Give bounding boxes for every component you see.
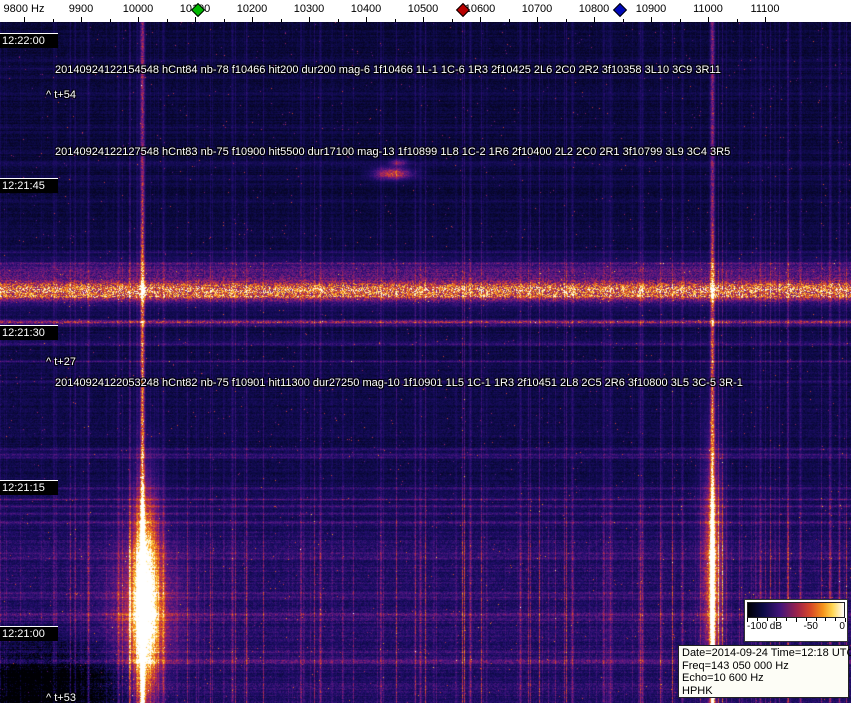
legend-tick-mark	[796, 618, 797, 622]
blue-diamond-marker[interactable]	[612, 2, 627, 18]
freq-tick-label-10500: 10500	[407, 3, 439, 15]
freq-tick-mark	[109, 19, 111, 22]
freq-tick-mark	[537, 17, 538, 22]
freq-tick-mark	[594, 17, 595, 22]
legend-tick-mark	[766, 618, 768, 621]
legend-tick-mark	[747, 618, 748, 622]
event-annotation-3: 20140924122053248 hCnt82 nb-75 f10901 hi…	[55, 377, 743, 389]
freq-tick-label-10900: 10900	[635, 3, 667, 15]
freq-tick-mark	[394, 19, 396, 22]
freq-tick-label-10300: 10300	[293, 3, 325, 15]
event-annotation-1: 20140924122154548 hCnt84 nb-78 f10466 hi…	[55, 64, 721, 76]
legend-tick-mark	[825, 618, 827, 621]
legend-label-max: 0	[839, 621, 845, 632]
legend-tick-mark	[756, 618, 758, 621]
legend-tick-mark	[815, 618, 817, 621]
freq-tick-label-11000: 11000	[693, 3, 723, 15]
freq-tick-mark	[508, 19, 510, 22]
legend-tick-mark	[786, 618, 788, 621]
freq-tick-label-10000: 10000	[122, 3, 154, 15]
spectrogram-canvas[interactable]	[0, 22, 851, 703]
freq-tick-mark	[52, 19, 54, 22]
freq-tick-mark	[223, 19, 225, 22]
freq-tick-label-10800: 10800	[578, 3, 610, 15]
legend-tick-mark	[845, 618, 846, 622]
freq-tick-mark	[81, 17, 82, 22]
freq-tick-mark	[736, 19, 738, 22]
color-gradient-bar	[747, 602, 845, 618]
freq-tick-mark	[480, 17, 481, 22]
freq-tick-mark	[252, 17, 253, 22]
time-caret-annotation-3: ^ t+53	[46, 692, 76, 703]
time-caret-annotation-1: ^ t+54	[46, 89, 76, 101]
freq-tick-mark	[679, 19, 681, 22]
freq-tick-mark	[195, 17, 196, 22]
legend-label-min: -100 dB	[747, 621, 783, 632]
freq-tick-mark	[651, 17, 652, 22]
legend-tick-mark	[776, 618, 778, 621]
freq-tick-mark	[309, 17, 310, 22]
spectrogram-app: 9800 Hz990010000101001020010300104001050…	[0, 0, 851, 703]
time-caret-annotation-2: ^ t+27	[46, 356, 76, 368]
freq-tick-mark	[708, 17, 709, 22]
info-station: HPHK	[682, 684, 713, 697]
freq-tick-mark	[366, 17, 367, 22]
freq-tick-label-10400: 10400	[350, 3, 382, 15]
freq-tick-mark	[138, 17, 139, 22]
event-annotation-2: 20140924122127548 hCnt83 nb-75 f10900 hi…	[55, 146, 731, 158]
info-frequency: Freq=143 050 000 Hz	[682, 659, 789, 672]
freq-tick-mark	[423, 17, 424, 22]
freq-tick-mark	[451, 19, 453, 22]
freq-tick-mark	[337, 19, 339, 22]
freq-tick-mark	[565, 19, 567, 22]
freq-tick-label-10700: 10700	[521, 3, 553, 15]
status-info-box: Date=2014-09-24 Time=12:18 UTC Freq=143 …	[678, 645, 851, 698]
freq-tick-label-9800: 9800 Hz	[3, 3, 45, 15]
freq-tick-mark	[24, 17, 25, 22]
legend-labels: -100 dB -50 0	[747, 622, 845, 632]
freq-tick-label-9900: 9900	[68, 3, 94, 15]
info-date-time: Date=2014-09-24 Time=12:18 UTC	[682, 647, 851, 659]
freq-tick-label-11100: 11100	[750, 3, 780, 15]
freq-tick-mark	[765, 17, 766, 22]
legend-label-mid: -50	[803, 621, 818, 632]
legend-tick-mark	[835, 618, 837, 621]
db-color-scale: -100 dB -50 0	[744, 599, 848, 642]
freq-tick-mark	[166, 19, 168, 22]
info-echo: Echo=10 600 Hz	[682, 672, 764, 684]
freq-tick-mark	[622, 19, 624, 22]
legend-ticks	[747, 618, 846, 622]
freq-tick-label-10200: 10200	[236, 3, 268, 15]
freq-tick-mark	[280, 19, 282, 22]
frequency-axis: 9800 Hz990010000101001020010300104001050…	[0, 0, 851, 22]
legend-tick-mark	[805, 618, 807, 621]
